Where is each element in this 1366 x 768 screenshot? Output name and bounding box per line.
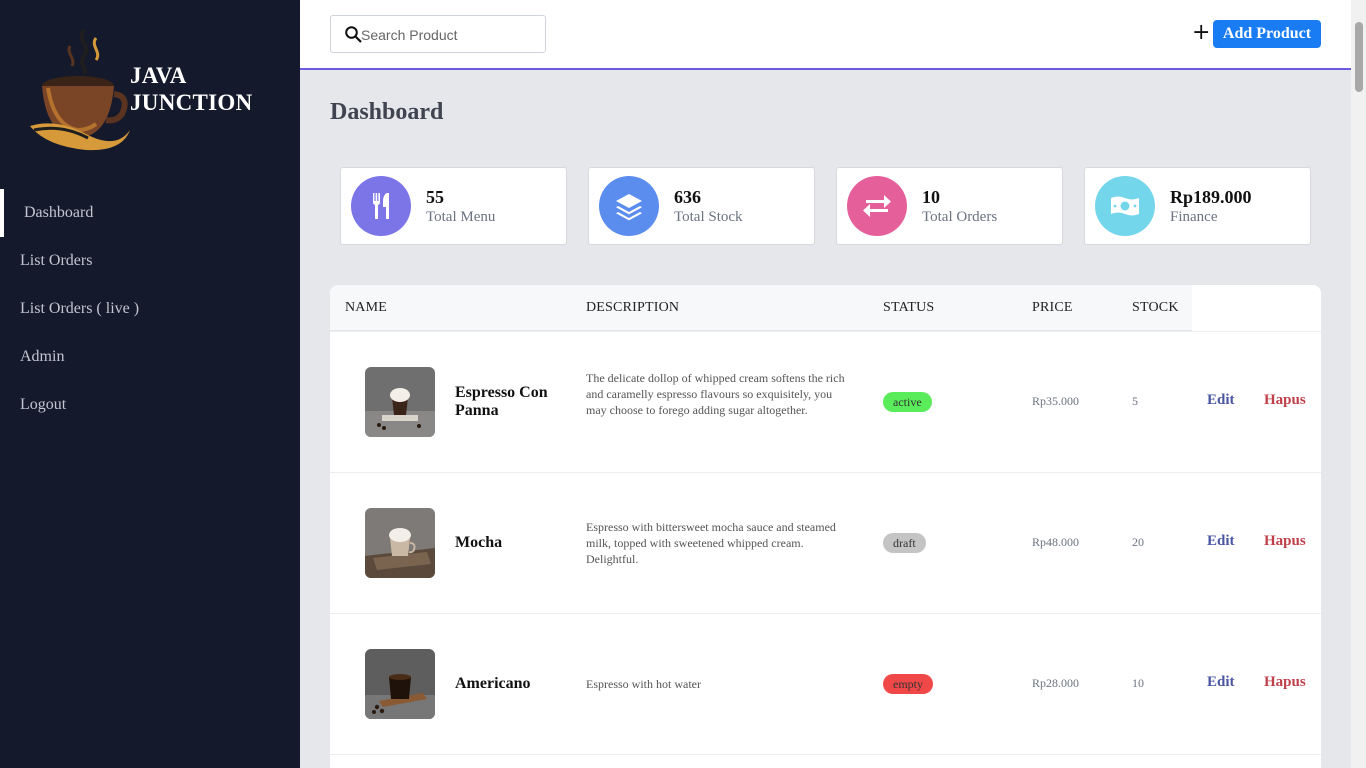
column-header-status: STATUS [883, 300, 935, 315]
product-description: Espresso with bittersweet mocha sauce an… [586, 520, 836, 566]
column-header-stock: STOCK [1132, 300, 1179, 315]
plus-icon[interactable]: + [1192, 22, 1210, 44]
search-icon [345, 26, 362, 43]
exchange-icon [863, 195, 891, 217]
column-header-description: DESCRIPTION [586, 300, 680, 315]
stat-value: 55 [426, 187, 444, 207]
stat-icon-circle [351, 176, 411, 236]
brand-line-2: JUNCTION [130, 90, 253, 115]
status-badge: draft [883, 533, 926, 553]
product-image [365, 367, 435, 437]
product-image [365, 649, 435, 719]
product-price: Rp28.000 [1032, 676, 1080, 690]
product-description: The delicate dollop of whipped cream sof… [586, 371, 845, 417]
product-description: Espresso with hot water [586, 677, 701, 691]
stat-card-total-orders: 10 Total Orders [836, 167, 1063, 245]
coffee-cup-logo [30, 28, 130, 151]
column-header-name: NAME [345, 300, 388, 315]
table-header: NAME DESCRIPTION STATUS PRICE STOCK [330, 285, 1192, 331]
money-icon [1111, 196, 1139, 216]
brand-line-1: JAVA [130, 63, 187, 88]
table-row: Americano Espresso with hot water empty … [330, 614, 1321, 755]
sidebar-item-list-orders[interactable]: List Orders [0, 237, 300, 285]
sidebar: JAVA JUNCTION Dashboard List Orders List… [0, 0, 300, 768]
product-stock: 20 [1132, 535, 1144, 549]
sidebar-item-logout[interactable]: Logout [0, 381, 300, 429]
stat-card-finance: Rp189.000 Finance [1084, 167, 1311, 245]
status-badge: empty [883, 674, 933, 694]
delete-button[interactable]: Hapus [1264, 674, 1306, 691]
edit-button[interactable]: Edit [1207, 533, 1235, 550]
stat-icon-circle [599, 176, 659, 236]
layers-icon [616, 194, 642, 221]
stat-card-total-menu: 55 Total Menu [340, 167, 567, 245]
product-stock: 5 [1132, 394, 1138, 408]
sidebar-item-dashboard[interactable]: Dashboard [0, 189, 300, 237]
stat-label: Finance [1170, 209, 1218, 225]
stat-label: Total Stock [674, 209, 743, 225]
column-header-price: PRICE [1032, 300, 1073, 315]
scrollbar-thumb[interactable] [1355, 22, 1363, 92]
delete-button[interactable]: Hapus [1264, 392, 1306, 409]
product-price: Rp35.000 [1032, 394, 1080, 408]
stat-icon-circle [847, 176, 907, 236]
table-row: Mocha Espresso with bittersweet mocha sa… [330, 473, 1321, 614]
stat-value: 10 [922, 187, 940, 207]
brand-name: JAVA JUNCTION [130, 62, 253, 116]
stat-icon-circle [1095, 176, 1155, 236]
product-stock: 10 [1132, 676, 1144, 690]
search-box [330, 15, 546, 53]
stat-label: Total Orders [922, 209, 998, 225]
add-product-button[interactable]: Add Product [1213, 20, 1321, 48]
table-row: Espresso Con Panna The delicate dollop o… [330, 332, 1321, 473]
delete-button[interactable]: Hapus [1264, 533, 1306, 550]
stat-card-total-stock: 636 Total Stock [588, 167, 815, 245]
page-title: Dashboard [330, 99, 444, 125]
status-badge: active [883, 392, 932, 412]
edit-button[interactable]: Edit [1207, 674, 1235, 691]
product-name: Mocha [455, 534, 503, 551]
sidebar-nav: Dashboard List Orders List Orders ( live… [0, 189, 300, 429]
stat-label: Total Menu [426, 209, 496, 225]
edit-button[interactable]: Edit [1207, 392, 1235, 409]
utensils-icon [372, 193, 389, 219]
search-input[interactable] [361, 24, 537, 46]
product-name: Espresso Con Panna [455, 384, 548, 419]
product-price: Rp48.000 [1032, 535, 1080, 549]
product-table: NAME DESCRIPTION STATUS PRICE STOCK Espr… [330, 285, 1321, 768]
stat-value: Rp189.000 [1170, 187, 1252, 207]
product-name: Americano [455, 675, 531, 692]
sidebar-item-admin[interactable]: Admin [0, 333, 300, 381]
page-scrollbar[interactable] [1351, 0, 1366, 768]
sidebar-item-list-orders-live[interactable]: List Orders ( live ) [0, 285, 300, 333]
product-image [365, 508, 435, 578]
stat-value: 636 [674, 187, 701, 207]
top-bar: + Add Product [300, 0, 1351, 70]
